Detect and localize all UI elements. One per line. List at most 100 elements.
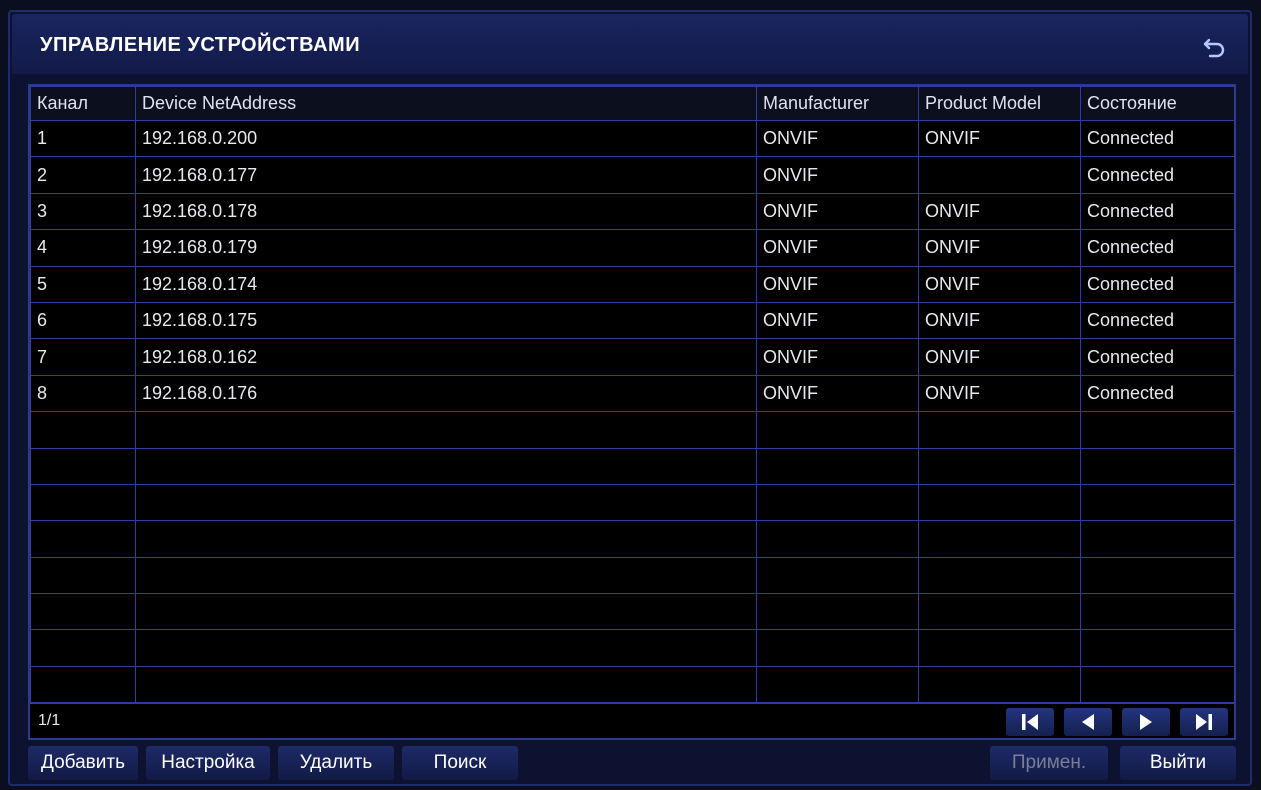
prev-page-icon <box>1082 714 1094 730</box>
cell-product-model: ONVIF <box>918 374 1081 413</box>
cell-status <box>1080 629 1235 667</box>
cell-status: Connected <box>1080 265 1235 303</box>
cell-channel: 3 <box>30 192 136 231</box>
column-header-product-model[interactable]: Product Model <box>918 86 1081 121</box>
cell-status <box>1080 447 1235 485</box>
cell-status <box>1080 483 1235 522</box>
column-header-manufacturer[interactable]: Manufacturer <box>756 86 919 121</box>
table-row[interactable]: 2 192.168.0.177 ONVIF Connected <box>30 156 1235 194</box>
cell-status: Connected <box>1080 374 1235 413</box>
table-row[interactable]: 4 192.168.0.179 ONVIF ONVIF Connected <box>30 229 1235 267</box>
cell-product-model <box>918 483 1081 522</box>
column-header-netaddress[interactable]: Device NetAddress <box>135 86 757 121</box>
cell-product-model <box>918 665 1081 704</box>
table-row[interactable] <box>30 447 1235 485</box>
next-page-icon <box>1140 714 1152 730</box>
cell-channel: 2 <box>30 156 136 194</box>
cell-channel: 8 <box>30 374 136 413</box>
cell-status: Connected <box>1080 301 1235 340</box>
cell-channel <box>30 483 136 522</box>
cell-status <box>1080 593 1235 631</box>
table-row[interactable] <box>30 411 1235 449</box>
cell-manufacturer: ONVIF <box>756 265 919 303</box>
column-header-channel[interactable]: Канал <box>30 86 136 121</box>
cell-channel: 5 <box>30 265 136 303</box>
cell-netaddress <box>135 629 757 667</box>
cell-channel: 6 <box>30 301 136 340</box>
cell-manufacturer: ONVIF <box>756 156 919 194</box>
exit-button[interactable]: Выйти <box>1120 746 1236 780</box>
cell-manufacturer <box>756 629 919 667</box>
title-bar: УПРАВЛЕНИЕ УСТРОЙСТВАМИ <box>12 14 1248 74</box>
cell-channel <box>30 556 136 595</box>
next-page-button[interactable] <box>1122 708 1170 736</box>
column-header-status[interactable]: Состояние <box>1080 86 1235 121</box>
cell-status: Connected <box>1080 119 1235 158</box>
cell-manufacturer <box>756 483 919 522</box>
cell-netaddress: 192.168.0.179 <box>135 229 757 267</box>
table-row[interactable] <box>30 520 1235 558</box>
cell-netaddress <box>135 593 757 631</box>
cell-netaddress: 192.168.0.178 <box>135 192 757 231</box>
cell-product-model: ONVIF <box>918 265 1081 303</box>
cell-channel: 4 <box>30 229 136 267</box>
cell-manufacturer: ONVIF <box>756 338 919 376</box>
back-arrow-icon[interactable] <box>1200 32 1228 60</box>
table-row[interactable]: 8 192.168.0.176 ONVIF ONVIF Connected <box>30 374 1235 413</box>
cell-manufacturer <box>756 556 919 595</box>
table-header-row: Канал Device NetAddress Manufacturer Pro… <box>30 86 1235 121</box>
cell-netaddress: 192.168.0.177 <box>135 156 757 194</box>
cell-netaddress: 192.168.0.162 <box>135 338 757 376</box>
add-button[interactable]: Добавить <box>28 746 138 780</box>
cell-product-model <box>918 520 1081 558</box>
cell-netaddress <box>135 411 757 449</box>
search-button[interactable]: Поиск <box>402 746 518 780</box>
cell-netaddress <box>135 447 757 485</box>
cell-channel <box>30 665 136 704</box>
page-indicator: 1/1 <box>38 712 61 729</box>
table-row[interactable] <box>30 483 1235 522</box>
cell-channel <box>30 629 136 667</box>
apply-button[interactable]: Примен. <box>990 746 1108 780</box>
delete-button[interactable]: Удалить <box>278 746 394 780</box>
cell-channel <box>30 593 136 631</box>
cell-netaddress: 192.168.0.200 <box>135 119 757 158</box>
window-title: УПРАВЛЕНИЕ УСТРОЙСТВАМИ <box>40 34 361 56</box>
device-management-window: УПРАВЛЕНИЕ УСТРОЙСТВАМИ Канал Device Net… <box>8 10 1252 786</box>
cell-status: Connected <box>1080 229 1235 267</box>
cell-product-model <box>918 556 1081 595</box>
action-bar: Добавить Настройка Удалить Поиск Примен.… <box>28 746 1236 780</box>
table-row[interactable]: 5 192.168.0.174 ONVIF ONVIF Connected <box>30 265 1235 303</box>
prev-page-button[interactable] <box>1064 708 1112 736</box>
cell-netaddress: 192.168.0.174 <box>135 265 757 303</box>
table-row[interactable]: 1 192.168.0.200 ONVIF ONVIF Connected <box>30 119 1235 158</box>
cell-netaddress <box>135 556 757 595</box>
cell-netaddress <box>135 483 757 522</box>
cell-manufacturer <box>756 593 919 631</box>
device-table: Канал Device NetAddress Manufacturer Pro… <box>30 86 1235 704</box>
first-page-button[interactable] <box>1006 708 1054 736</box>
cell-product-model: ONVIF <box>918 192 1081 231</box>
cell-channel <box>30 411 136 449</box>
table-row[interactable] <box>30 665 1235 704</box>
last-page-button[interactable] <box>1180 708 1228 736</box>
table-row[interactable] <box>30 593 1235 631</box>
settings-button[interactable]: Настройка <box>146 746 270 780</box>
cell-manufacturer: ONVIF <box>756 119 919 158</box>
cell-channel: 1 <box>30 119 136 158</box>
cell-manufacturer: ONVIF <box>756 229 919 267</box>
cell-manufacturer <box>756 447 919 485</box>
cell-product-model <box>918 156 1081 194</box>
cell-channel: 7 <box>30 338 136 376</box>
table-row[interactable] <box>30 629 1235 667</box>
cell-netaddress: 192.168.0.175 <box>135 301 757 340</box>
table-row[interactable] <box>30 556 1235 595</box>
cell-manufacturer: ONVIF <box>756 374 919 413</box>
table-row[interactable]: 3 192.168.0.178 ONVIF ONVIF Connected <box>30 192 1235 231</box>
cell-status <box>1080 665 1235 704</box>
cell-product-model <box>918 629 1081 667</box>
table-row[interactable]: 7 192.168.0.162 ONVIF ONVIF Connected <box>30 338 1235 376</box>
table-row[interactable]: 6 192.168.0.175 ONVIF ONVIF Connected <box>30 301 1235 340</box>
cell-status: Connected <box>1080 192 1235 231</box>
cell-product-model: ONVIF <box>918 119 1081 158</box>
